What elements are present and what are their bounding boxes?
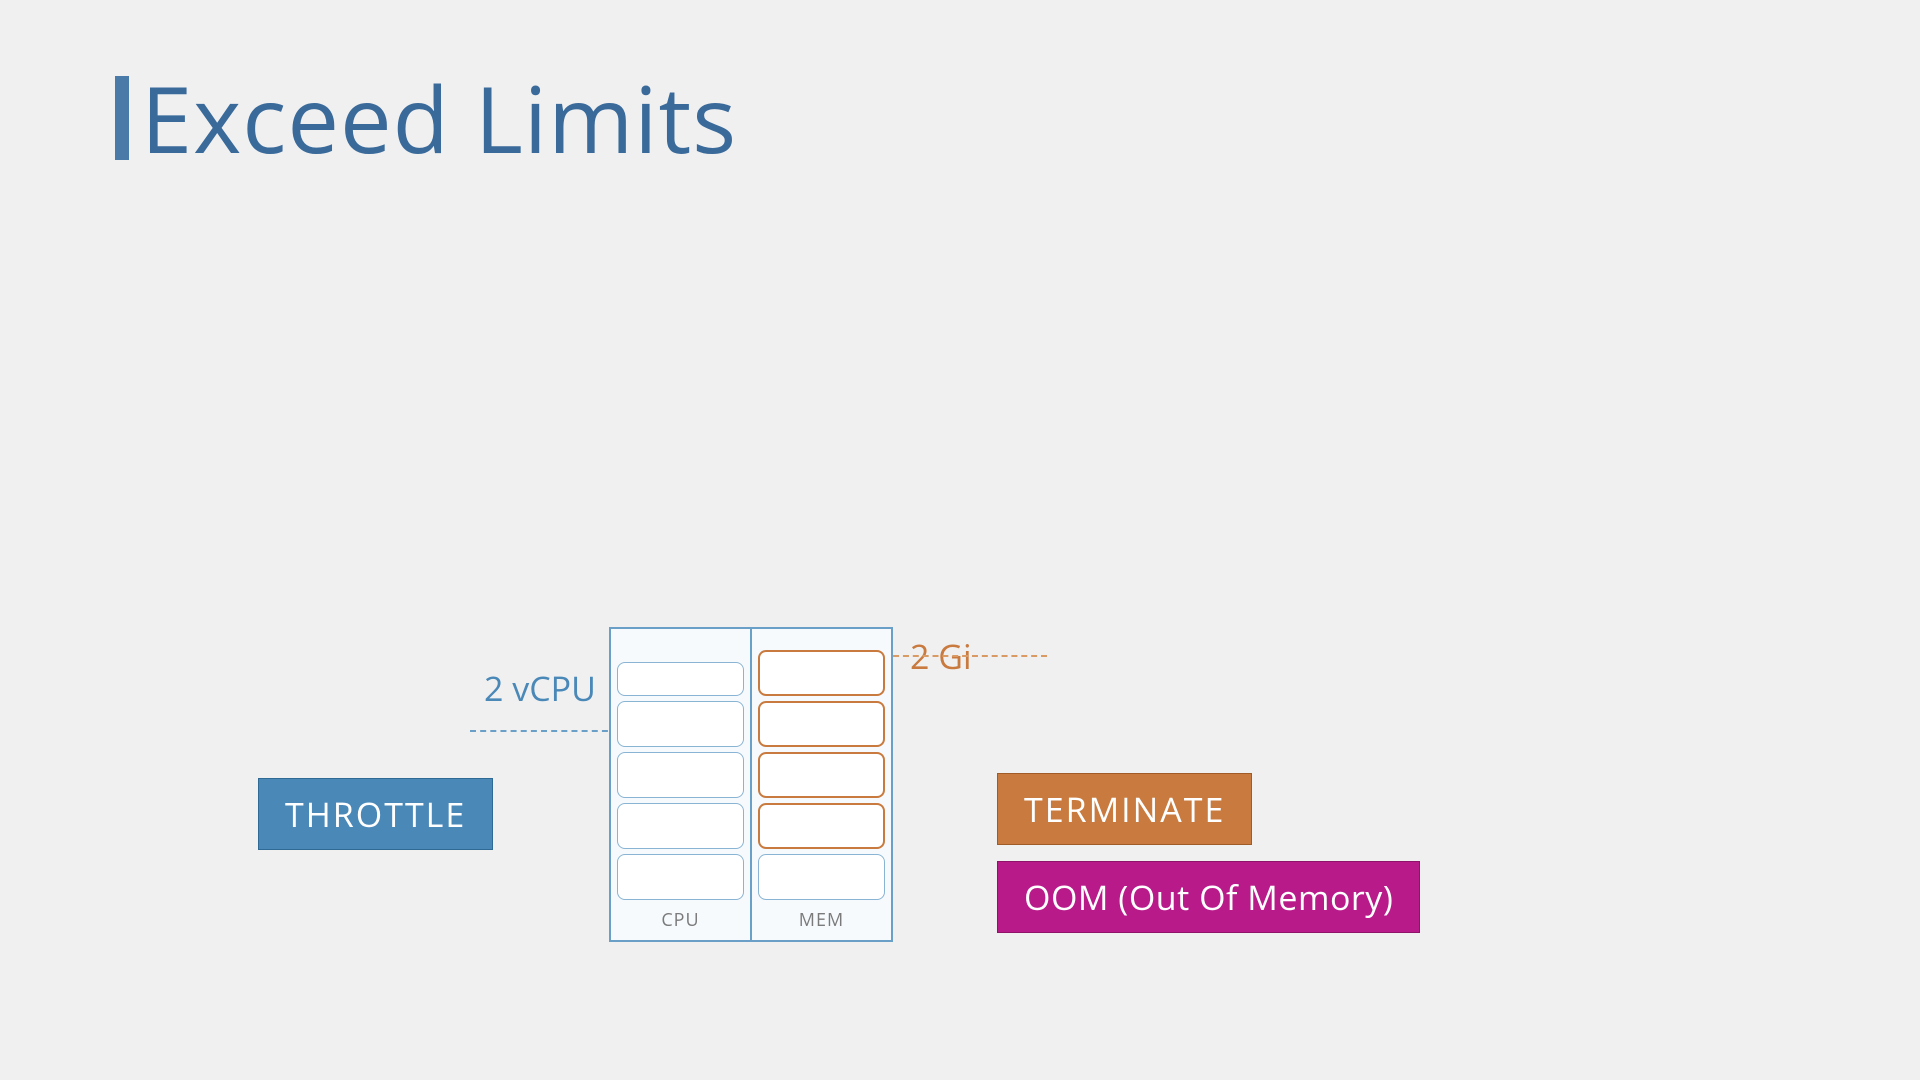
mem-cell	[758, 854, 885, 900]
mem-column-label: MEM	[758, 902, 885, 936]
mem-cell-exceed	[758, 752, 885, 798]
mem-cell-exceed	[758, 803, 885, 849]
cpu-limit-label: 2 vCPU	[484, 665, 596, 711]
oom-badge: OOM (Out Of Memory)	[997, 861, 1420, 933]
cpu-cell	[617, 701, 744, 747]
terminate-badge: TERMINATE	[997, 773, 1252, 845]
resource-container: CPU MEM	[609, 627, 893, 942]
title-text: Exceed Limits	[141, 55, 737, 180]
cpu-cells	[617, 633, 744, 902]
cpu-cell	[617, 854, 744, 900]
cpu-cell-partial	[617, 662, 744, 696]
cpu-cell	[617, 803, 744, 849]
mem-cells	[758, 633, 885, 902]
throttle-badge: THROTTLE	[258, 778, 493, 850]
title-accent-bar	[115, 76, 129, 160]
cpu-cell	[617, 752, 744, 798]
mem-cell-exceed	[758, 650, 885, 696]
slide-title: Exceed Limits	[115, 55, 737, 180]
mem-cell-exceed	[758, 701, 885, 747]
cpu-column: CPU	[611, 629, 752, 940]
mem-column: MEM	[752, 629, 891, 940]
cpu-column-label: CPU	[617, 902, 744, 936]
